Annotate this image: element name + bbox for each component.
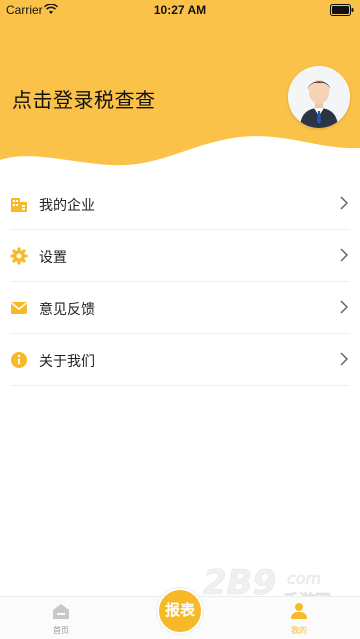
chevron-right-icon [340, 196, 348, 210]
home-icon [53, 604, 69, 619]
tab-mine[interactable]: 我的 [269, 597, 329, 639]
menu-item-label: 我的企业 [39, 197, 95, 213]
tab-home[interactable]: 首页 [31, 597, 91, 639]
menu-item-label: 意见反馈 [39, 301, 95, 317]
gear-icon [10, 247, 28, 265]
tab-home-label: 首页 [53, 626, 69, 635]
status-bar: Carrier 10:27 AM [0, 0, 360, 20]
menu-item-label: 关于我们 [39, 353, 95, 369]
status-time: 10:27 AM [153, 3, 207, 17]
info-icon [11, 352, 27, 368]
chevron-right-icon [340, 352, 348, 366]
building-icon [11, 198, 27, 212]
watermark-suffix: com [287, 569, 321, 588]
report-button[interactable]: 报表 [157, 588, 203, 634]
person-icon [291, 603, 307, 619]
chevron-right-icon [340, 248, 348, 262]
battery-icon [330, 4, 354, 16]
envelope-icon [11, 302, 27, 314]
login-prompt[interactable]: 点击登录税查查 [12, 84, 156, 113]
menu-item-about-us[interactable]: 关于我们 [10, 334, 350, 386]
settings-menu: 我的企业 设置 意见反馈 关于我们 [0, 178, 360, 386]
user-avatar-icon [288, 66, 350, 128]
menu-item-feedback[interactable]: 意见反馈 [10, 282, 350, 334]
menu-item-settings[interactable]: 设置 [10, 230, 350, 282]
menu-item-my-company[interactable]: 我的企业 [10, 178, 350, 230]
avatar[interactable] [288, 66, 350, 128]
tab-mine-label: 我的 [291, 626, 307, 635]
menu-item-label: 设置 [39, 249, 67, 265]
chevron-right-icon [340, 300, 348, 314]
